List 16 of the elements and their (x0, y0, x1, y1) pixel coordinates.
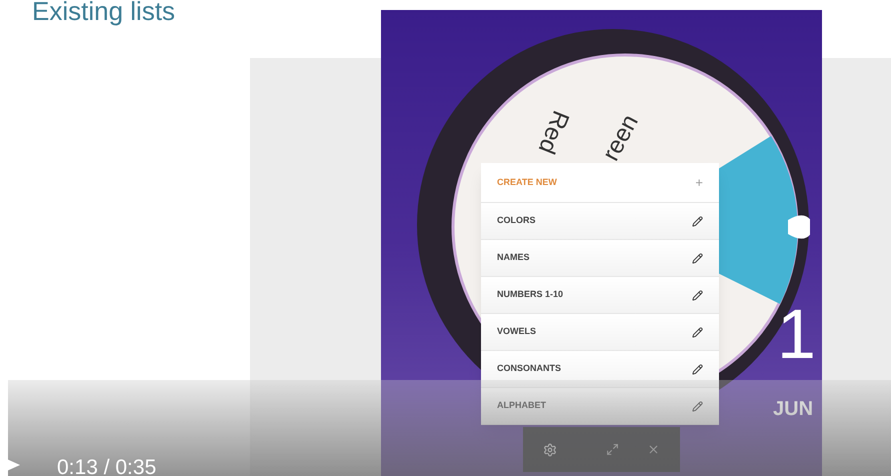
settings-icon[interactable] (543, 442, 557, 456)
playback-time: 0:13 / 0:35 (57, 455, 156, 476)
edit-icon[interactable] (692, 364, 703, 374)
list-menu-item[interactable]: CONSONANTS (497, 362, 562, 376)
date-month: JUN (773, 397, 814, 422)
date-day: 1 (777, 296, 816, 372)
edit-icon[interactable] (692, 252, 703, 264)
list-menu-item[interactable]: NUMBERS 1-10 (497, 288, 564, 302)
list-menu-item[interactable]: VOWELS (497, 325, 536, 339)
section-heading: Existing lists (31, 0, 176, 26)
wheel-label: Red (532, 106, 576, 160)
edit-icon[interactable] (692, 216, 703, 226)
list-menu-item[interactable]: COLORS (497, 214, 536, 228)
edit-icon[interactable] (692, 290, 703, 300)
edit-icon[interactable] (692, 326, 703, 338)
list-menu-item[interactable]: NAMES (497, 251, 530, 265)
